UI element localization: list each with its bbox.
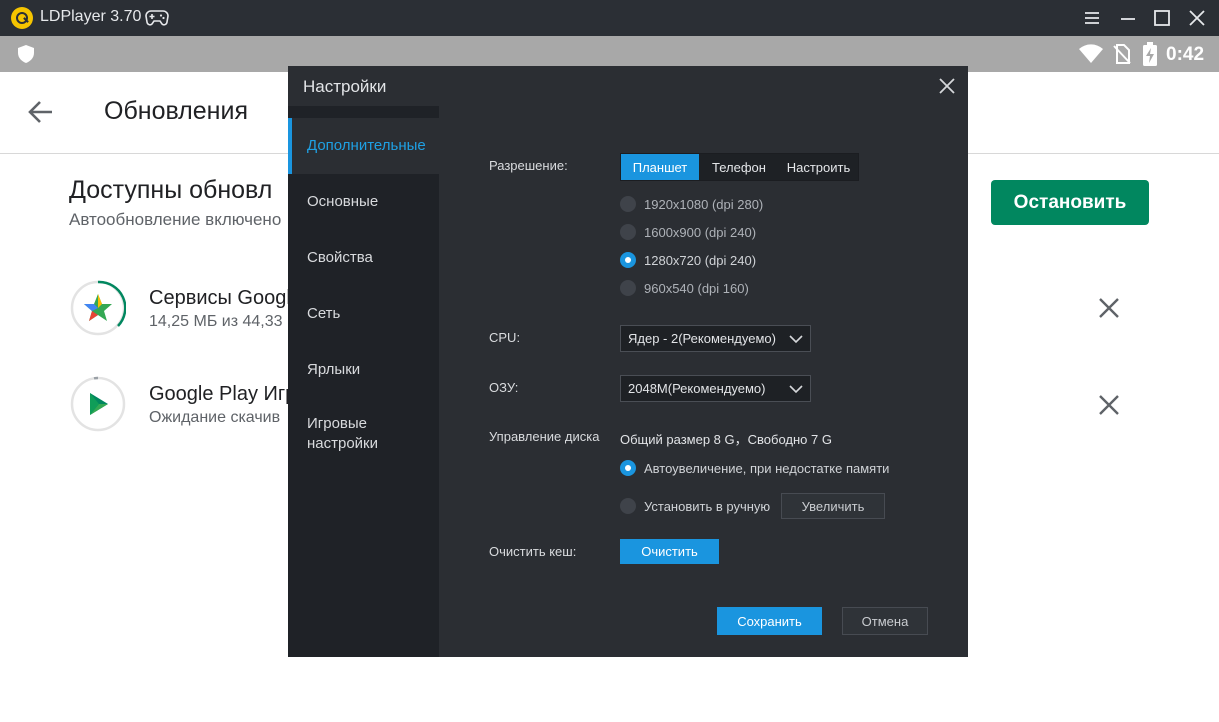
menu-icon[interactable]	[1080, 6, 1104, 30]
window-title: LDPlayer 3.70	[40, 8, 142, 25]
dialog-close-icon[interactable]	[936, 75, 958, 97]
auto-update-status: Автообновление включено	[69, 210, 282, 229]
chevron-down-icon	[789, 385, 803, 394]
ldplayer-logo-icon	[11, 7, 33, 29]
maximize-icon[interactable]	[1150, 6, 1174, 30]
dialog-title: Настройки	[303, 77, 387, 96]
disk-management-label: Управление диска	[489, 429, 600, 444]
google-play-games-icon	[70, 376, 126, 432]
resolution-option-label: 1600x900 (dpi 240)	[644, 224, 757, 240]
resolution-option-label: 1280x720 (dpi 240)	[644, 252, 757, 268]
sidebar-item-label: Дополнительные	[307, 137, 426, 154]
sidebar-item-label: Ярлыки	[307, 361, 361, 378]
resolution-option-960[interactable]: 960x540 (dpi 160)	[620, 278, 749, 298]
cancel-button[interactable]: Отмена	[842, 607, 928, 635]
app-download-status: Ожидание скачив	[149, 409, 281, 426]
radio-button-selected[interactable]	[620, 460, 636, 476]
wifi-icon	[1079, 44, 1103, 63]
chevron-down-icon	[789, 335, 803, 344]
cancel-download-icon[interactable]	[1097, 393, 1121, 417]
radio-button[interactable]	[620, 224, 636, 240]
radio-button-selected[interactable]	[620, 252, 636, 268]
stop-button[interactable]: Остановить	[991, 180, 1149, 225]
clear-cache-label: Очистить кеш:	[489, 544, 577, 559]
sidebar-item-label: Сеть	[307, 305, 341, 322]
tab-phone[interactable]: Телефон	[699, 154, 779, 180]
sidebar-item-game-settings[interactable]: Игровые настройки	[288, 406, 428, 462]
disk-manual-option-label: Установить в ручную	[644, 498, 771, 514]
app-download-status: 14,25 МБ из 44,33	[149, 313, 283, 330]
disk-auto-option[interactable]: Автоувеличение, при недостатке памяти	[620, 458, 889, 478]
section-title: Доступны обновл	[69, 176, 273, 204]
sidebar-item-network[interactable]: Сеть	[288, 286, 439, 342]
dialog-header: Настройки	[288, 66, 968, 106]
ram-label: ОЗУ:	[489, 380, 519, 395]
sidebar-item-properties[interactable]: Свойства	[288, 230, 439, 286]
minimize-icon[interactable]	[1116, 6, 1140, 30]
increase-disk-button[interactable]: Увеличить	[781, 493, 885, 519]
resolution-option-label: 1920x1080 (dpi 280)	[644, 196, 764, 212]
tab-custom[interactable]: Настроить	[779, 154, 858, 180]
tab-tablet[interactable]: Планшет	[621, 154, 699, 180]
sidebar-item-basic[interactable]: Основные	[288, 174, 439, 230]
disk-manual-option[interactable]: Установить в ручную	[620, 496, 770, 516]
radio-button[interactable]	[620, 280, 636, 296]
status-time: 0:42	[1166, 44, 1205, 65]
back-arrow-icon[interactable]	[26, 98, 56, 126]
gamepad-icon[interactable]	[145, 9, 169, 27]
app-name: Google Play Игр	[149, 383, 297, 405]
disk-size-info: Общий размер 8 G，Свободно 7 G	[620, 432, 832, 447]
cpu-label: CPU:	[489, 330, 521, 345]
resolution-option-1920[interactable]: 1920x1080 (dpi 280)	[620, 194, 763, 214]
app-name: Сервисы Googl	[149, 287, 291, 309]
page-title: Обновления	[104, 97, 248, 125]
sidebar-item-advanced[interactable]: Дополнительные	[288, 118, 439, 174]
window-titlebar: LDPlayer 3.70	[0, 0, 1219, 36]
resolution-option-label: 960x540 (dpi 160)	[644, 280, 749, 296]
radio-button[interactable]	[620, 498, 636, 514]
clear-cache-button[interactable]: Очистить	[620, 539, 719, 564]
sidebar-item-shortcuts[interactable]: Ярлыки	[288, 342, 439, 398]
settings-content: Разрешение: Планшет Телефон Настроить 19…	[439, 106, 968, 657]
resolution-option-1280[interactable]: 1280x720 (dpi 240)	[620, 250, 756, 270]
sidebar-item-label: Основные	[307, 193, 379, 210]
save-button[interactable]: Сохранить	[717, 607, 822, 635]
cancel-download-icon[interactable]	[1097, 296, 1121, 320]
radio-button[interactable]	[620, 196, 636, 212]
google-play-services-icon	[70, 280, 126, 336]
shield-icon	[18, 45, 34, 63]
sidebar-item-label: Свойства	[307, 249, 373, 266]
no-sim-icon	[1113, 44, 1131, 64]
cpu-select[interactable]: Ядер - 2(Рекомендуемо)	[620, 325, 811, 352]
ram-select-value: 2048M(Рекомендуемо)	[628, 381, 766, 396]
ram-select[interactable]: 2048M(Рекомендуемо)	[620, 375, 811, 402]
settings-sidebar: Дополнительные Основные Свойства Сеть Яр…	[288, 106, 439, 657]
cpu-select-value: Ядер - 2(Рекомендуемо)	[628, 331, 776, 346]
resolution-label: Разрешение:	[489, 158, 568, 173]
settings-dialog: Настройки Дополнительные Основные Свойст…	[288, 66, 968, 657]
resolution-mode-tabs: Планшет Телефон Настроить	[620, 153, 859, 181]
sidebar-item-label: Игровые настройки	[307, 415, 379, 452]
disk-auto-option-label: Автоувеличение, при недостатке памяти	[644, 460, 890, 476]
battery-charging-icon	[1143, 42, 1157, 66]
close-window-icon[interactable]	[1185, 6, 1209, 30]
resolution-option-1600[interactable]: 1600x900 (dpi 240)	[620, 222, 756, 242]
